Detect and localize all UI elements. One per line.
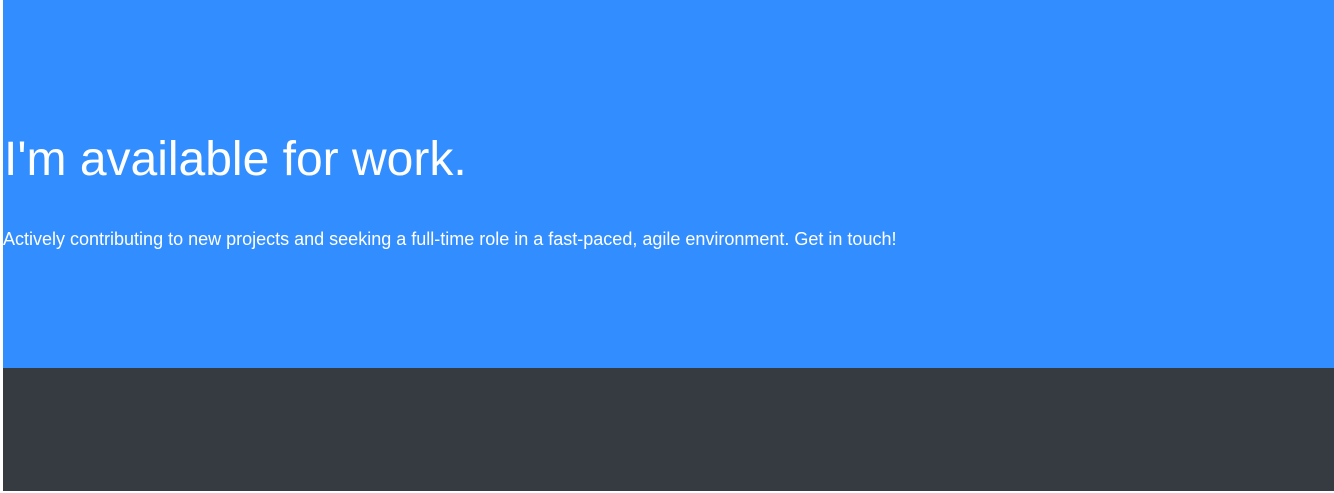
page: I'm available for work. Actively contrib… bbox=[0, 0, 1334, 493]
hero-heading: I'm available for work. bbox=[4, 133, 467, 186]
availability-hero: I'm available for work. Actively contrib… bbox=[3, 0, 1334, 368]
footer bbox=[3, 368, 1334, 491]
hero-subtext: Actively contributing to new projects an… bbox=[3, 229, 897, 249]
